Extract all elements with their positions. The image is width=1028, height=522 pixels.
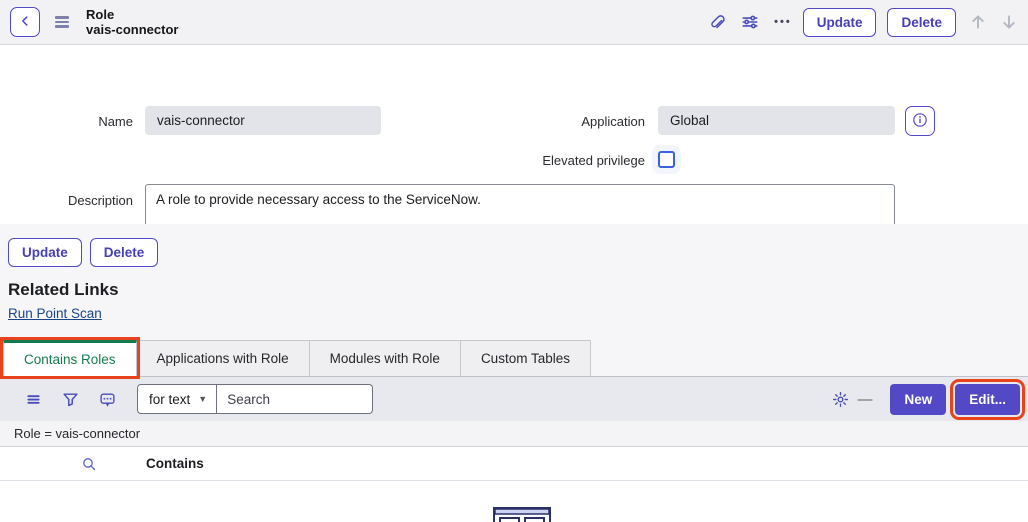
- list-column-header-row: Contains: [0, 447, 1028, 481]
- role-form: Name Application Elevated privilege Desc…: [0, 45, 1028, 224]
- record-name-label: vais-connector: [86, 22, 178, 37]
- tab-applications-with-role[interactable]: Applications with Role: [136, 340, 310, 376]
- form-update-button[interactable]: Update: [8, 238, 82, 267]
- search-scope-select[interactable]: for text ▼: [137, 384, 217, 414]
- collapse-list-icon[interactable]: —: [857, 391, 872, 408]
- header-delete-button[interactable]: Delete: [887, 8, 956, 37]
- new-button[interactable]: New: [890, 384, 946, 415]
- search-scope-value: for text: [149, 392, 190, 407]
- speech-bubble-icon[interactable]: [98, 390, 116, 408]
- tab-modules-with-role[interactable]: Modules with Role: [309, 340, 461, 376]
- list-breadcrumb-row: Role = vais-connector: [0, 421, 1028, 447]
- empty-list-area: [0, 481, 1028, 522]
- role-form-page: Role vais-connector ••• Update Delete Na…: [0, 0, 1028, 522]
- next-record-arrow-down-icon[interactable]: [1000, 13, 1018, 31]
- related-lists-tab-strip: Contains Roles Applications with Role Mo…: [3, 340, 591, 376]
- record-type-label: Role: [86, 7, 178, 22]
- list-menu-icon[interactable]: [24, 390, 42, 408]
- elevated-privilege-checkbox[interactable]: [658, 151, 675, 168]
- tab-contains-roles[interactable]: Contains Roles: [3, 340, 137, 376]
- magnifier-icon[interactable]: [81, 456, 97, 472]
- form-footer-section: Update Delete Related Links Run Point Sc…: [0, 224, 1028, 376]
- description-label: Description: [0, 193, 133, 208]
- sliders-icon[interactable]: [740, 12, 760, 32]
- related-links-heading: Related Links: [8, 280, 1028, 300]
- chevron-down-icon: ▼: [198, 394, 207, 404]
- form-delete-button[interactable]: Delete: [90, 238, 159, 267]
- application-field[interactable]: [658, 106, 895, 135]
- breadcrumb[interactable]: Role = vais-connector: [14, 426, 140, 441]
- form-header-bar: Role vais-connector ••• Update Delete: [0, 0, 1028, 45]
- column-header-contains[interactable]: Contains: [146, 456, 204, 471]
- page-title: Role vais-connector: [86, 7, 178, 37]
- chevron-left-icon: [18, 14, 32, 31]
- run-point-scan-link[interactable]: Run Point Scan: [8, 306, 102, 321]
- funnel-icon[interactable]: [61, 390, 79, 408]
- paperclip-icon[interactable]: [706, 12, 726, 32]
- application-info-button[interactable]: [905, 106, 935, 136]
- header-update-button[interactable]: Update: [803, 8, 877, 37]
- search-input[interactable]: [217, 384, 373, 414]
- form-context-menu-icon[interactable]: [55, 16, 69, 28]
- tab-custom-tables[interactable]: Custom Tables: [460, 340, 591, 376]
- edit-button[interactable]: Edit...: [955, 384, 1020, 415]
- empty-table-illustration-icon: [493, 507, 551, 522]
- previous-record-arrow-up-icon[interactable]: [969, 13, 987, 31]
- related-list-toolbar: for text ▼ — New Edit...: [0, 376, 1028, 421]
- name-field[interactable]: [145, 106, 381, 135]
- application-label: Application: [440, 114, 645, 129]
- info-circle-icon: [912, 112, 928, 131]
- gear-icon[interactable]: [831, 390, 849, 408]
- more-actions-icon[interactable]: •••: [774, 12, 792, 32]
- back-button[interactable]: [10, 7, 40, 37]
- form-actions: Update Delete: [8, 224, 1028, 267]
- name-label: Name: [0, 114, 133, 129]
- list-search: for text ▼: [137, 384, 373, 414]
- elevated-privilege-label: Elevated privilege: [400, 153, 645, 168]
